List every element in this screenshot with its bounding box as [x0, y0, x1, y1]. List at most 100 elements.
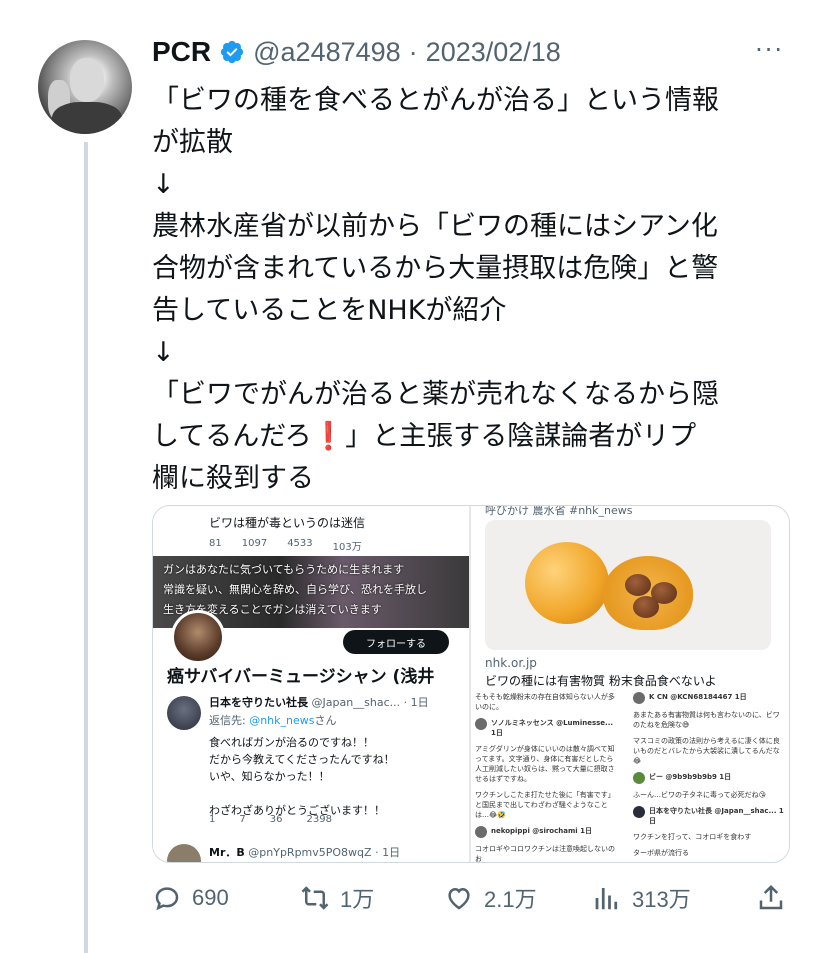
reply-stats: 1 7 36 2398 [209, 814, 332, 825]
mini-text: あまたある有害物質は何も言わないのに、ビワのたねを危険な😅 [633, 711, 780, 729]
mini-reply: マスコミの政策の法則から考えるに凄く体に良いものだとバレたから大袈裟に潰してるん… [633, 736, 785, 766]
banner-line: 常識を疑い、無関心を辞め、自ら学び、恐れを手放し [163, 583, 427, 596]
avatar-face [70, 58, 104, 102]
mini-text: コオロギやコロワクチンは注意喚起しないのお [475, 845, 615, 862]
tweet-media[interactable]: ビワは種が毒というのは迷信 81 1097 4533 103万 ガンはあなたに気… [152, 505, 790, 863]
mini-reply: ターボ県が流行る [633, 848, 785, 858]
share-icon [759, 884, 783, 910]
verified-badge-icon [221, 40, 244, 64]
reply-body: 食べればガンが治るのですね！！ だから今教えてくださったんですね！ いや、知らな… [209, 736, 395, 817]
reply-to-suffix: さん [314, 714, 337, 727]
reply-name: 日本を守りたい社長 [209, 696, 308, 709]
stat-retweets: 7 [239, 814, 246, 825]
mini-reply: ソノルミネッセンス @Luminesse... 1日 [475, 718, 617, 738]
reply-stats-top: 81 1097 4533 103万 [209, 538, 362, 553]
mini-reply: コオロギやコロワクチンは注意喚起しないのお [475, 844, 617, 862]
mini-text: ターボ県が流行る [633, 849, 689, 857]
reply-avatar [167, 844, 201, 862]
views-icon [595, 888, 618, 910]
profile-name: 癌サバイバーミュージシャン (浅井 [167, 667, 435, 687]
stat-replies: 1 [209, 814, 216, 825]
mini-reply: あまたある有害物質は何も言わないのに、ビワのたねを危険な😅 [633, 710, 785, 730]
more-options-button[interactable]: ··· [755, 36, 784, 64]
stat-likes: 4533 [287, 538, 313, 549]
reply-name: Mr．B [209, 846, 245, 859]
mini-text: ワクチンを打って、コオロギを食わす [633, 833, 752, 841]
mini-reply: K CN @KCN68184467 1日 [633, 692, 785, 704]
tweet-date[interactable]: 2023/02/18 [426, 37, 561, 68]
reply-avatar [167, 696, 201, 730]
follow-button: フォローする [343, 630, 449, 654]
user-handle[interactable]: @a2487498 [253, 37, 401, 68]
mini-reply: アミグダリンが身体にいいのは散々調べて知ってます。文字通り、身体に有害だとしたら… [475, 744, 617, 784]
stat-views: 103万 [332, 542, 362, 553]
mini-reply: そもそも乾燥粉末の存在自体知らない人が多いのに。 [475, 692, 617, 712]
reply-handle: @Japan__shac... [311, 696, 401, 709]
mini-replies-left: そもそも乾燥粉末の存在自体知らない人が多いのに。 ソノルミネッセンス @Lumi… [471, 688, 621, 862]
views-button[interactable]: 313万 [592, 882, 691, 914]
mini-reply: nekopippi @sirochami 1日 [475, 826, 617, 838]
reply-time: 1日 [410, 696, 429, 709]
reply-text-top: ビワは種が毒というのは迷信 [209, 516, 366, 530]
loquat-fruit-cut [603, 556, 693, 630]
stat-views: 2398 [306, 814, 332, 825]
mini-text: ワクチンしこたま打たせた後に「有害です」と国民まで出してわざわざ騒ぐようなことは… [475, 791, 615, 819]
mini-text: 日本を守りたい社長 @Japan__shac... 1日 [649, 807, 784, 825]
retweet-button[interactable]: 1万 [300, 882, 374, 914]
banner-line: ガンはあなたに気づいてもらうために生まれます [163, 563, 405, 576]
mini-reply: ワクチンしこたま打たせた後に「有害です」と国民まで出してわざわざ騒ぐようなことは… [475, 790, 617, 820]
mini-reply: ふーん…ビワの子タネに毒って必死だね😘 [633, 790, 785, 800]
media-image-left[interactable]: ビワは種が毒というのは迷信 81 1097 4533 103万 ガンはあなたに気… [153, 506, 469, 862]
mini-text: そもそも乾燥粉末の存在自体知らない人が多いのに。 [475, 693, 615, 711]
reply-handle: @pnYpRpmv5PO8wqZ [248, 846, 372, 859]
share-button[interactable] [756, 883, 786, 913]
reply-count: 690 [192, 885, 229, 910]
like-count: 2.1万 [484, 887, 537, 912]
mini-reply: 日本を守りたい社長 @Japan__shac... 1日 [633, 806, 785, 826]
reply-button[interactable]: 690 [152, 883, 229, 913]
news-card-image [485, 520, 771, 650]
mini-avatar [475, 718, 487, 730]
avatar-suit [52, 102, 122, 134]
stat-retweets: 1097 [241, 538, 268, 549]
mini-reply: ビー @9b9b9b9b9 1日 [633, 772, 785, 784]
reply-time: 1日 [382, 846, 401, 859]
news-card-title: ビワの種には有害物質 粉末食品食べないよ [485, 674, 717, 688]
mini-avatar [633, 692, 645, 704]
mini-replies-right: K CN @KCN68184467 1日 あまたある有害物質は何も言わないのに、… [629, 688, 789, 862]
loquat-seed [625, 574, 651, 596]
stat-likes: 36 [269, 814, 283, 825]
tweet-actions: 690 1万 2.1万 313万 [152, 876, 792, 920]
reply-header: Mr．B @pnYpRpmv5PO8wqZ · 1日 [209, 846, 401, 859]
header-separator: · [408, 36, 418, 67]
tweet-text: 「ビワの種を食べるとがんが治る」という情報 が拡散 ↓ 農林水産省が以前から「ビ… [152, 85, 719, 494]
mini-text: K CN @KCN68184467 1日 [649, 693, 747, 701]
mini-text: nekopippi @sirochami 1日 [491, 827, 592, 835]
mini-text: マスコミの政策の法則から考えるに凄く体に良いものだとバレたから大袈裟に潰してるん… [633, 737, 780, 765]
retweet-count: 1万 [340, 887, 375, 912]
like-button[interactable]: 2.1万 [444, 882, 537, 914]
mini-text: ふーん…ビワの子タネに毒って必死だね😘 [633, 791, 766, 799]
reply-header: 日本を守りたい社長 @Japan__shac... · 1日 [209, 696, 429, 709]
profile-avatar [171, 610, 225, 664]
reply-icon [155, 887, 179, 911]
mini-text: ビー @9b9b9b9b9 1日 [649, 773, 732, 781]
mini-text: ソノルミネッセンス @Luminesse... 1日 [491, 719, 614, 737]
avatar[interactable] [38, 40, 132, 134]
display-name[interactable]: PCR [152, 36, 211, 68]
views-count: 313万 [632, 887, 691, 912]
reply-to-prefix: 返信先: [209, 714, 250, 727]
reply-to: 返信先: @nhk_newsさん [209, 712, 336, 728]
reply-to-handle: @nhk_news [249, 714, 315, 727]
media-image-right[interactable]: 呼びかけ 農水省 #nhk_news nhk.or.jp ビワの種には有害物質 … [471, 506, 789, 862]
loquat-fruit [525, 542, 609, 624]
news-card-domain: nhk.or.jp [485, 656, 537, 670]
heart-icon [448, 887, 470, 910]
mini-avatar [633, 806, 645, 818]
mini-avatar [475, 826, 487, 838]
mini-text: アミグダリンが身体にいいのは散々調べて知ってます。文字通り、身体に有害だとしたら… [475, 745, 615, 783]
stat-replies: 81 [209, 538, 222, 549]
tweet-header: PCR @a2487498 · 2023/02/18 [152, 32, 561, 72]
retweet-icon [301, 886, 329, 910]
mini-reply: ワクチンを打って、コオロギを食わす [633, 832, 785, 842]
